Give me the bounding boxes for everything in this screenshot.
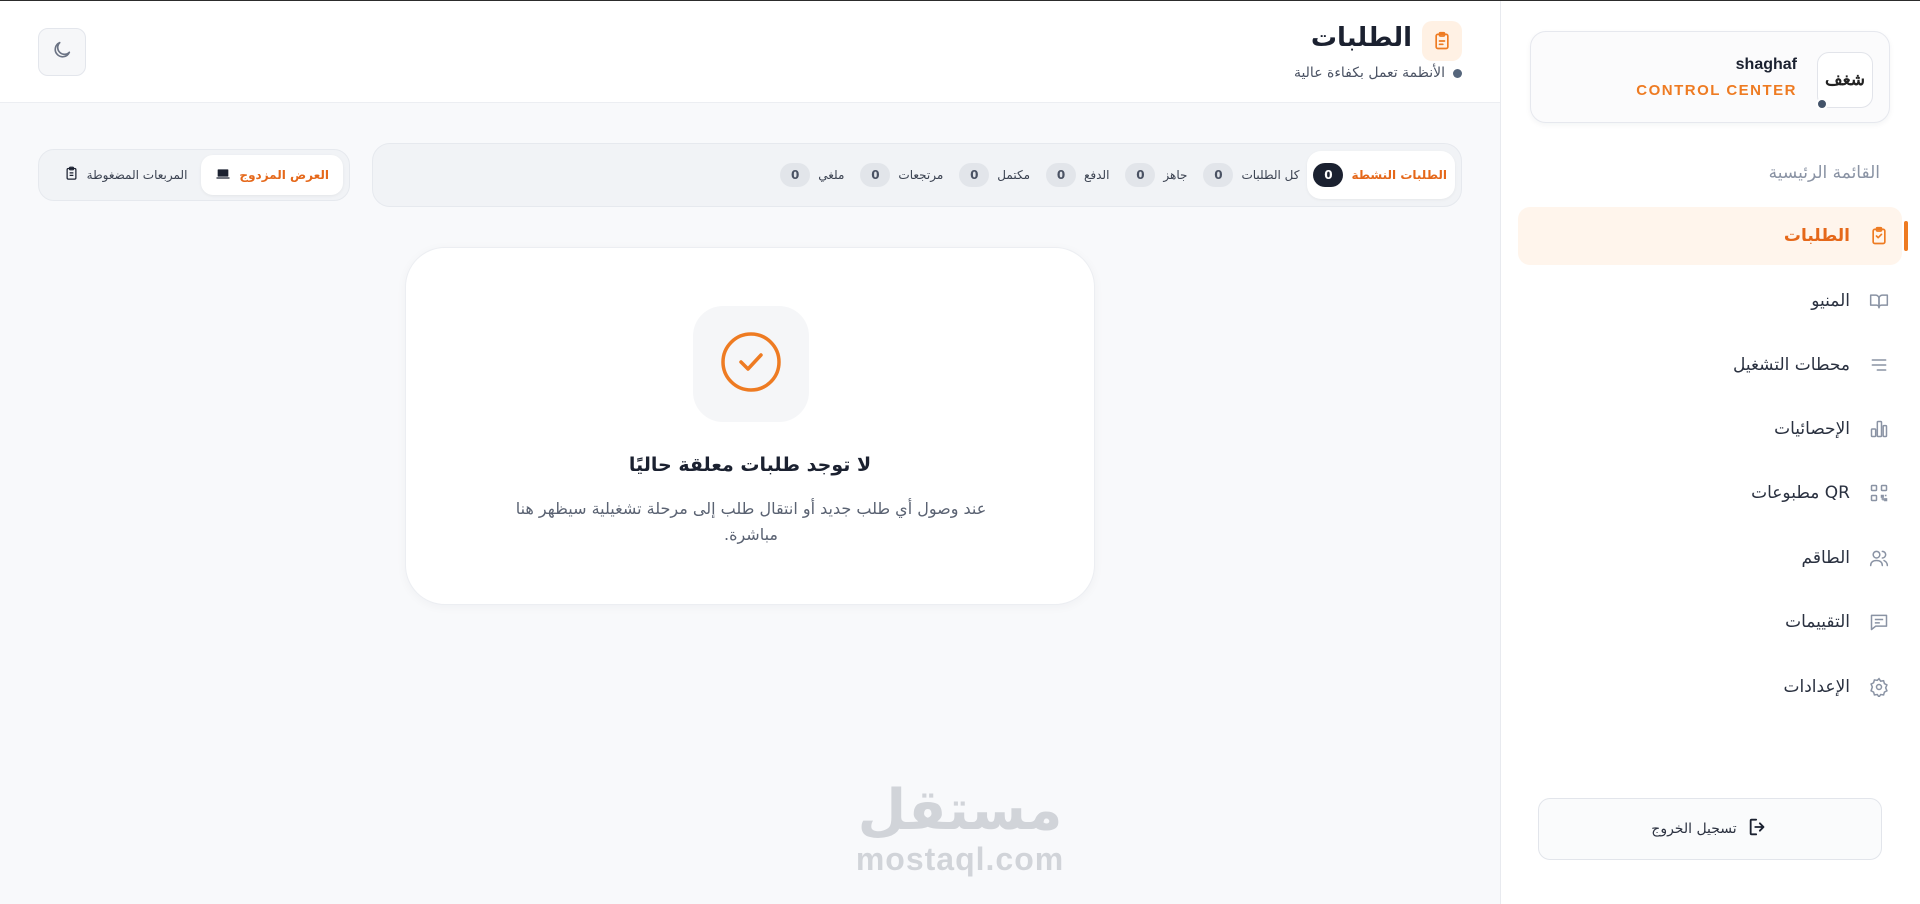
sidebar-item-settings[interactable]: الإعدادات: [1518, 658, 1902, 716]
sidebar-item-label: الإعدادات: [1783, 677, 1850, 697]
status-dot: [1453, 68, 1462, 78]
logout-icon: [1747, 816, 1769, 842]
tab-all-orders[interactable]: كل الطلبات 0: [1195, 151, 1307, 199]
sidebar-item-label: المنيو: [1811, 291, 1850, 311]
tab-label: جاهز: [1163, 168, 1188, 182]
laptop-icon: [215, 166, 231, 185]
dual-view-button[interactable]: العرض المزدوج: [201, 155, 343, 195]
tab-count: 0: [1046, 163, 1076, 187]
tab-label: الطلبات النشطة: [1351, 168, 1447, 182]
watermark-latin: mostaql.com: [855, 841, 1065, 877]
tab-completed[interactable]: مكتمل 0: [951, 151, 1038, 199]
logout-button[interactable]: تسجيل الخروج: [1538, 798, 1882, 860]
dual-view-label: العرض المزدوج: [239, 168, 329, 182]
compact-grid-label: المربعات المضغوطة: [86, 168, 188, 182]
empty-state-description: عند وصول أي طلب جديد أو انتقال طلب إلى م…: [515, 499, 987, 544]
brand-logo-mark: شغف: [1824, 70, 1866, 90]
gear-icon: [1864, 677, 1894, 697]
tab-active-orders[interactable]: الطلبات النشطة 0: [1307, 151, 1455, 199]
sidebar-item-label: محطات التشغيل: [1732, 355, 1850, 375]
compact-grid-button[interactable]: المربعات المضغوطة: [50, 155, 202, 195]
sidebar-item-orders[interactable]: الطلبات: [1518, 207, 1908, 265]
watermark-arabic: مستقل: [857, 778, 1063, 843]
sidebar-item-menu[interactable]: المنيو: [1518, 272, 1902, 330]
book-open-icon: [1864, 291, 1894, 311]
page-header: الطلبات الأنظمة تعمل بكفاءة عالية: [0, 1, 1500, 103]
brand-name: shaghaf: [1735, 56, 1797, 73]
tab-count: 0: [1203, 163, 1234, 187]
brand-logo: شغف: [1816, 52, 1873, 110]
empty-state-icon-box: [693, 306, 809, 422]
tab-count: 0: [1125, 163, 1156, 187]
qr-code-icon: [1864, 483, 1894, 503]
tab-label: ملغي: [818, 168, 845, 182]
sidebar-item-statistics[interactable]: الإحصائيات: [1518, 400, 1902, 458]
sidebar-item-label: الإحصائيات: [1774, 419, 1850, 439]
brand-card[interactable]: شغف shaghaf CONTROL CENTER: [1530, 31, 1890, 123]
online-status-dot: [1816, 98, 1828, 110]
tab-label: مكتمل: [997, 168, 1030, 182]
empty-state-card: لا توجد طلبات معلقة حاليًا عند وصول أي ط…: [405, 247, 1095, 605]
clipboard-icon: [1864, 226, 1894, 246]
tab-ready[interactable]: جاهز 0: [1117, 151, 1195, 199]
tab-label: كل الطلبات: [1241, 168, 1300, 182]
clipboard-list-icon: [64, 166, 79, 184]
tab-payment[interactable]: الدفع 0: [1038, 151, 1117, 199]
tab-label: الدفع: [1084, 168, 1110, 182]
list-lines-icon: [1864, 355, 1894, 375]
tab-label: مرتجعات: [898, 168, 944, 182]
watermark: مستقل mostaql.com: [840, 781, 1080, 878]
tab-cancelled[interactable]: ملغي 0: [772, 151, 852, 199]
sidebar-item-stations[interactable]: محطات التشغيل: [1518, 336, 1902, 394]
sidebar-item-reviews[interactable]: التقييمات: [1518, 593, 1902, 651]
logout-label: تسجيل الخروج: [1651, 821, 1737, 837]
theme-toggle-button[interactable]: [38, 28, 86, 76]
tab-count: 0: [860, 163, 891, 187]
sidebar: شغف shaghaf CONTROL CENTER القائمة الرئي…: [1500, 1, 1920, 904]
sidebar-item-label: الطلبات: [1783, 226, 1850, 246]
status-filter-tabs: الطلبات النشطة 0 كل الطلبات 0 جاهز 0 الد…: [372, 143, 1462, 207]
brand-subtitle: CONTROL CENTER: [1636, 82, 1797, 99]
check-circle-icon: [719, 330, 783, 398]
tab-returns[interactable]: مرتجعات 0: [852, 151, 951, 199]
active-indicator: [1904, 221, 1908, 251]
sidebar-item-label: مطبوعات QR: [1751, 483, 1850, 503]
nav-heading: القائمة الرئيسية: [1768, 163, 1880, 183]
sidebar-item-label: الطاقم: [1801, 548, 1850, 568]
message-square-icon: [1864, 612, 1894, 632]
sidebar-item-staff[interactable]: الطاقم: [1518, 529, 1902, 587]
clipboard-icon: [1422, 21, 1462, 61]
system-status-text: الأنظمة تعمل بكفاءة عالية: [1293, 65, 1445, 81]
view-mode-toggle: العرض المزدوج المربعات المضغوطة: [38, 149, 350, 201]
empty-state-title: لا توجد طلبات معلقة حاليًا: [628, 454, 872, 476]
tab-count: 0: [959, 163, 990, 187]
page-title: الطلبات: [1310, 23, 1412, 53]
tab-count: 0: [1313, 163, 1344, 187]
system-status: الأنظمة تعمل بكفاءة عالية: [1294, 65, 1462, 81]
sidebar-item-label: التقييمات: [1785, 612, 1850, 632]
sidebar-item-qr-prints[interactable]: مطبوعات QR: [1518, 464, 1902, 522]
bar-chart-icon: [1864, 419, 1894, 439]
users-icon: [1864, 548, 1894, 568]
moon-icon: [51, 39, 73, 65]
tab-count: 0: [780, 163, 811, 187]
